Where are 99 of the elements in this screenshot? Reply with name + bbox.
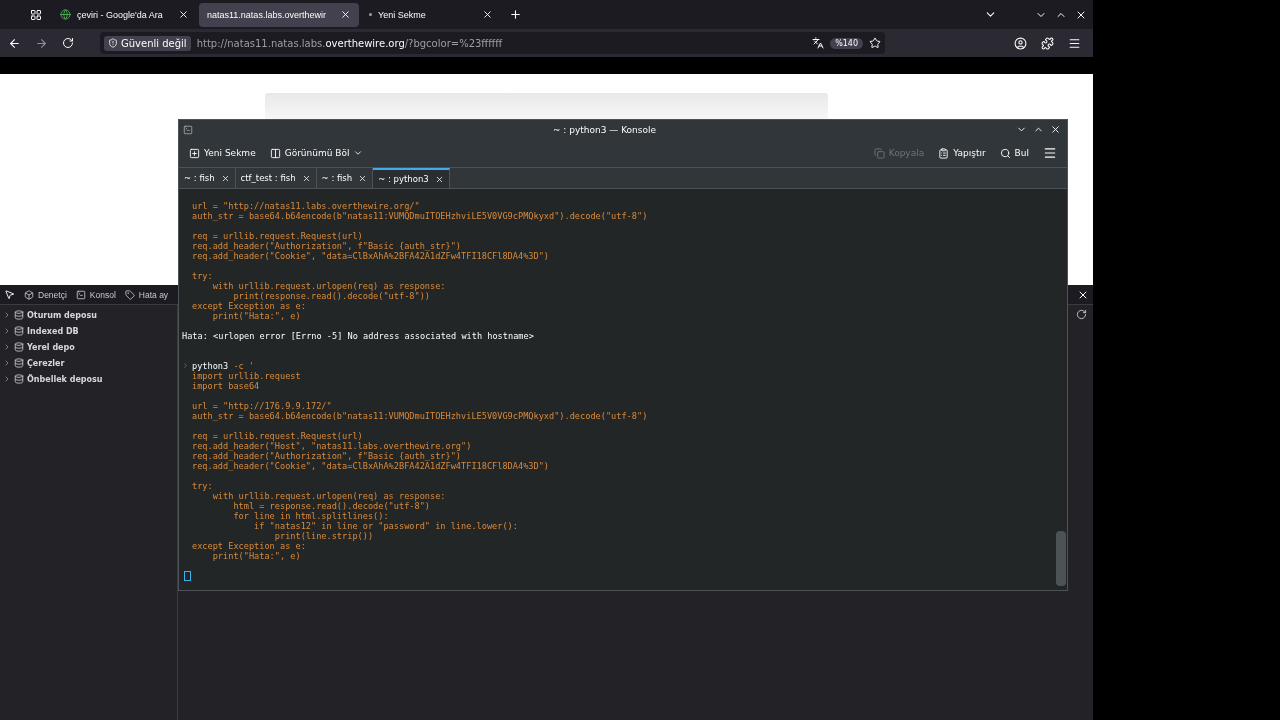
database-icon [14, 310, 24, 320]
terminal-icon[interactable] [183, 124, 193, 135]
security-badge[interactable]: Güvenli değil [104, 35, 191, 51]
close-icon[interactable] [434, 174, 444, 184]
terminal-icon [75, 289, 86, 300]
code-line: req.add_header("Authorization", f"Basic {auth_str}") [191, 241, 463, 251]
code-line: import urllib.request [191, 371, 302, 381]
code-line: with urllib.request.urlopen(req) as response: [211, 491, 447, 501]
browser-tab[interactable]: natas11.natas.labs.overthewir [199, 2, 359, 27]
toolbar-button[interactable]: Görünümü Böl [269, 147, 364, 159]
zoom-level[interactable]: %140 [830, 37, 863, 49]
browser-tab[interactable]: çeviri - Google'da Ara [52, 2, 197, 27]
storage-item[interactable]: Indexed DB [0, 323, 177, 339]
close-icon[interactable] [301, 173, 311, 183]
reload-icon[interactable] [1076, 309, 1087, 320]
storage-item[interactable]: Yerel depo [0, 339, 177, 355]
code-line: auth_str = base64.b64encode(b"natas11:VUMQDmuITOEHzhviLE5V0VG9cPMQkyxd").decode("utf-8") [191, 411, 649, 421]
code-line: try: [191, 481, 213, 491]
database-icon [14, 342, 24, 352]
devtools-tab[interactable]: Denetçi [24, 289, 67, 300]
toolbar-button[interactable]: Yeni Sekme [189, 147, 256, 159]
terminal-tab[interactable]: ~ : fish [179, 168, 236, 188]
devtools-tab[interactable]: Hata ay [124, 289, 169, 300]
new-tab-icon [189, 147, 200, 159]
code-line: req.add_header("Cookie", "data=ClBxAhA%2BFA42A1dZFw4TFI18CFl8DA4%3D") [191, 461, 550, 471]
close-icon[interactable] [178, 9, 189, 20]
command-text: python3 [192, 361, 229, 371]
dot-icon [369, 13, 372, 16]
tab-title: ~ : fish [184, 173, 215, 183]
error-output: Hata: <urlopen error [Errno -5] No address associated with hostname> [182, 331, 535, 341]
code-line: req = urllib.request.Request(url) [191, 431, 364, 441]
storage-item[interactable]: Çerezler [0, 355, 177, 371]
command-args: -c ' [233, 361, 255, 371]
tab-title: ~ : fish [321, 173, 353, 183]
code-line: except Exception as e: [191, 301, 307, 311]
tab-title: natas11.natas.labs.overthewir [207, 9, 327, 20]
translate-icon[interactable] [812, 37, 825, 49]
close-icon[interactable] [482, 9, 493, 20]
storage-item[interactable]: Oturum deposu [0, 307, 177, 323]
globe-icon [60, 9, 71, 20]
code-line: except Exception as e: [191, 541, 307, 551]
copy-icon [873, 147, 885, 159]
code-line: import base64 [191, 381, 261, 391]
code-line: req.add_header("Authorization", f"Basic {auth_str}") [191, 451, 463, 461]
terminal-tab[interactable]: ~ : python3 [373, 168, 450, 188]
database-icon [14, 326, 24, 336]
toolbar-button[interactable]: Bul [999, 147, 1029, 159]
code-line: url = "http://natas11.labs.overthewire.org/" [191, 201, 421, 211]
close-icon[interactable] [340, 9, 351, 20]
extensions-icon[interactable] [1041, 36, 1054, 50]
code-line: url = "http://176.9.9.172/" [191, 401, 333, 411]
menu-icon[interactable] [1068, 36, 1081, 50]
code-line: req.add_header("Cookie", "data=ClBxAhA%2BFA42A1dZFw4TFI18CFl8DA4%3D") [191, 251, 550, 261]
database-icon [14, 374, 24, 384]
tab-overview-icon[interactable] [30, 8, 42, 21]
box-icon [24, 289, 34, 300]
code-line: with urllib.request.urlopen(req) as response: [211, 281, 447, 291]
terminal-tab[interactable]: ctf_test : fish [235, 168, 317, 188]
tab-title: çeviri - Google'da Ara [77, 9, 164, 20]
window-title: ~ : python3 — Konsole [552, 124, 657, 135]
account-icon[interactable] [1014, 36, 1027, 50]
url-text: http://natas11.natas.labs.overthewire.org/?bgcolor=%23ffffff [196, 37, 504, 49]
browser-tab[interactable]: Yeni Sekme [361, 2, 501, 27]
scrollbar-thumb[interactable] [1056, 531, 1066, 586]
close-icon[interactable] [220, 173, 230, 183]
code-line: auth_str = base64.b64encode(b"natas11:VUMQDmuITOEHzhviLE5V0VG9cPMQkyxd").decode("utf-8") [191, 211, 649, 221]
toolbar-button[interactable]: Yapıştır [938, 147, 986, 159]
element-picker-icon[interactable] [4, 289, 15, 300]
search-icon [999, 147, 1011, 159]
address-bar[interactable]: Güvenli değil http://natas11.natas.labs.overthewire.org/?bgcolor=%23ffffff %140 [100, 32, 885, 54]
code-line: print(response.read().decode("utf-8")) [232, 291, 431, 301]
database-icon [14, 358, 24, 368]
code-line: print(line.strip()) [274, 531, 375, 541]
tab-title: ~ : python3 [378, 174, 429, 184]
code-line: try: [191, 271, 213, 281]
split-view-icon [269, 147, 281, 159]
text-cursor [184, 571, 191, 581]
close-icon[interactable] [1050, 124, 1061, 135]
menu-icon[interactable] [1043, 146, 1057, 160]
devtools-tab[interactable]: Konsol [75, 289, 116, 300]
code-line: if "natas12" in line or "password" in line.lower(): [253, 521, 519, 531]
storage-item[interactable]: Önbellek deposu [0, 371, 177, 387]
forward-icon[interactable] [35, 36, 48, 50]
prompt-icon [182, 362, 189, 369]
code-line: for line in html.splitlines(): [232, 511, 390, 521]
close-icon[interactable] [358, 173, 368, 183]
caret-icon [353, 148, 364, 158]
clipboard-icon [938, 147, 950, 159]
code-line: req.add_header("Host", "natas11.labs.overthewire.org") [191, 441, 473, 451]
back-icon[interactable] [8, 36, 21, 50]
code-line: print("Hata:", e) [211, 311, 302, 321]
new-tab-icon[interactable] [509, 8, 522, 21]
tab-title: ctf_test : fish [240, 173, 296, 183]
code-line: html = response.read().decode("utf-8") [232, 501, 431, 511]
star-icon[interactable] [869, 37, 881, 49]
tab-title: Yeni Sekme [378, 9, 427, 20]
tag-icon [124, 289, 135, 300]
code-line: req = urllib.request.Request(url) [191, 231, 364, 241]
code-line: print("Hata:", e) [211, 551, 302, 561]
